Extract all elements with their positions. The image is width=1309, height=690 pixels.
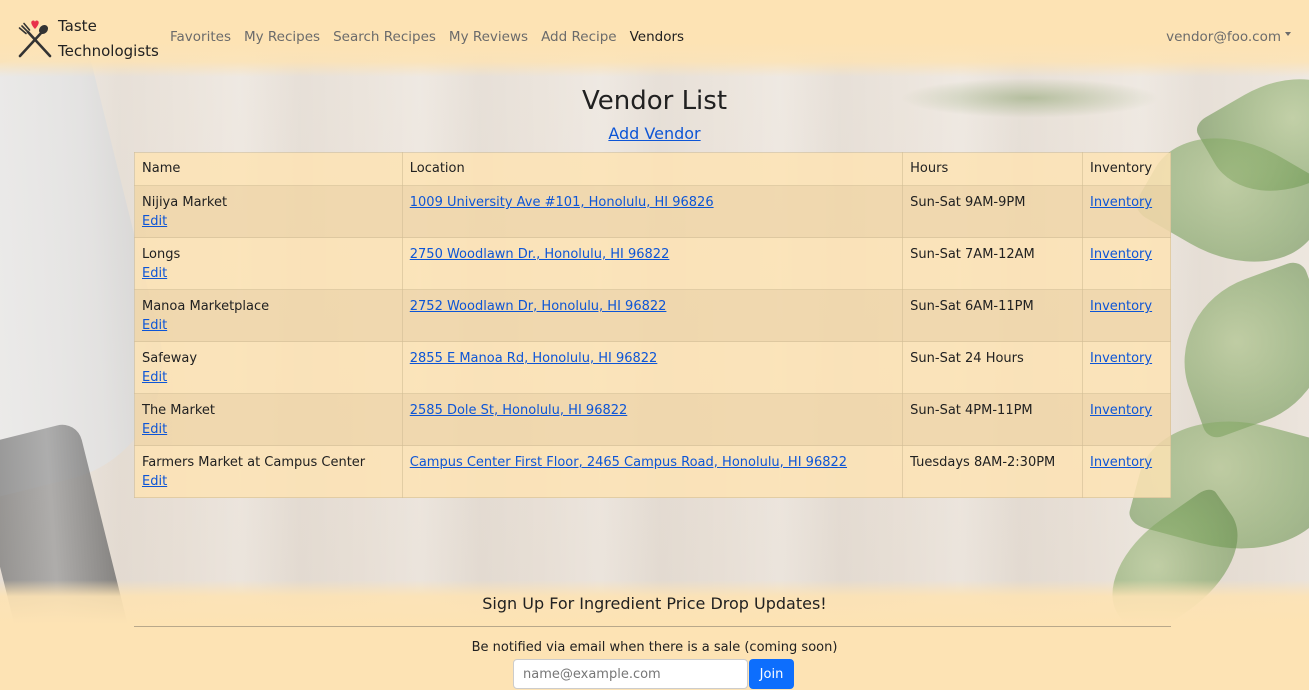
fork-spoon-heart-icon (14, 18, 56, 60)
column-header-hours: Hours (902, 152, 1083, 186)
nav-link-add-recipe[interactable]: Add Recipe (541, 29, 617, 45)
caret-down-icon (1285, 32, 1291, 36)
inventory-link[interactable]: Inventory (1090, 351, 1152, 366)
table-header-row: Name Location Hours Inventory (134, 152, 1171, 186)
table-row: Nijiya Market Edit 1009 University Ave #… (134, 185, 1171, 238)
location-cell: 1009 University Ave #101, Honolulu, HI 9… (401, 185, 904, 238)
column-header-name: Name (134, 152, 403, 186)
vendor-name: Safeway (142, 351, 198, 366)
edit-vendor-link[interactable]: Edit (142, 318, 167, 333)
inventory-link[interactable]: Inventory (1090, 403, 1152, 418)
vendor-name-cell: Nijiya Market Edit (134, 185, 403, 238)
inventory-cell: Inventory (1082, 185, 1171, 238)
user-menu-dropdown[interactable]: vendor@foo.com (1166, 29, 1291, 45)
vendor-name-cell: Safeway Edit (134, 341, 403, 394)
table-row: Manoa Marketplace Edit 2752 Woodlawn Dr,… (134, 289, 1171, 342)
brand-home-link[interactable]: Taste Technologists (14, 14, 159, 64)
nav-links: Favorites My Recipes Search Recipes My R… (170, 29, 697, 45)
vendor-name-cell: The Market Edit (134, 393, 403, 446)
vendor-name: Farmers Market at Campus Center (142, 455, 366, 470)
hours-cell: Sun-Sat 9AM-9PM (902, 185, 1083, 238)
nav-link-search-recipes[interactable]: Search Recipes (333, 29, 436, 45)
location-cell: 2750 Woodlawn Dr., Honolulu, HI 96822 (401, 237, 904, 290)
inventory-link[interactable]: Inventory (1090, 195, 1152, 210)
vendor-name: Nijiya Market (142, 195, 228, 210)
edit-vendor-link[interactable]: Edit (142, 370, 167, 385)
location-cell: Campus Center First Floor, 2465 Campus R… (401, 445, 904, 498)
nav-link-vendors[interactable]: Vendors (630, 29, 684, 45)
vendor-table: Name Location Hours Inventory Nijiya Mar… (134, 152, 1171, 498)
inventory-cell: Inventory (1082, 341, 1171, 394)
vendor-name: Manoa Marketplace (142, 299, 270, 314)
column-header-location: Location (401, 152, 904, 186)
inventory-link[interactable]: Inventory (1090, 299, 1152, 314)
nav-link-favorites[interactable]: Favorites (170, 29, 231, 45)
add-vendor-link[interactable]: Add Vendor (608, 124, 700, 143)
hours-cell: Sun-Sat 7AM-12AM (902, 237, 1083, 290)
location-cell: 2752 Woodlawn Dr, Honolulu, HI 96822 (401, 289, 904, 342)
location-cell: 2585 Dole St, Honolulu, HI 96822 (401, 393, 904, 446)
nav-link-my-reviews[interactable]: My Reviews (449, 29, 528, 45)
user-email: vendor@foo.com (1166, 29, 1281, 45)
brand-line-2: Technologists (58, 42, 159, 60)
edit-vendor-link[interactable]: Edit (142, 266, 167, 281)
vendor-name-cell: Manoa Marketplace Edit (134, 289, 403, 342)
column-header-inventory: Inventory (1082, 152, 1171, 186)
inventory-cell: Inventory (1082, 445, 1171, 498)
nav-link-my-recipes[interactable]: My Recipes (244, 29, 320, 45)
table-row: Longs Edit 2750 Woodlawn Dr., Honolulu, … (134, 237, 1171, 290)
edit-vendor-link[interactable]: Edit (142, 214, 167, 229)
hours-cell: Sun-Sat 24 Hours (902, 341, 1083, 394)
location-cell: 2855 E Manoa Rd, Honolulu, HI 96822 (401, 341, 904, 394)
newsletter-subtitle: Be notified via email when there is a sa… (471, 640, 838, 655)
inventory-cell: Inventory (1082, 237, 1171, 290)
vendor-name-cell: Farmers Market at Campus Center Edit (134, 445, 403, 498)
inventory-cell: Inventory (1082, 289, 1171, 342)
hours-cell: Tuesdays 8AM-2:30PM (902, 445, 1083, 498)
inventory-link[interactable]: Inventory (1090, 455, 1152, 470)
location-link[interactable]: 1009 University Ave #101, Honolulu, HI 9… (410, 195, 714, 210)
edit-vendor-link[interactable]: Edit (142, 474, 167, 489)
brand-name: Taste Technologists (58, 14, 159, 64)
location-link[interactable]: 2585 Dole St, Honolulu, HI 96822 (410, 403, 628, 418)
inventory-link[interactable]: Inventory (1090, 247, 1152, 262)
join-button[interactable]: Join (749, 659, 794, 689)
vendor-name: Longs (142, 247, 181, 262)
add-vendor-container: Add Vendor (0, 124, 1309, 143)
location-link[interactable]: 2750 Woodlawn Dr., Honolulu, HI 96822 (410, 247, 670, 262)
footer-divider (134, 626, 1171, 627)
hours-cell: Sun-Sat 4PM-11PM (902, 393, 1083, 446)
newsletter-title: Sign Up For Ingredient Price Drop Update… (482, 594, 827, 613)
leaf-decoration (1160, 258, 1309, 442)
location-link[interactable]: 2752 Woodlawn Dr, Honolulu, HI 96822 (410, 299, 667, 314)
inventory-cell: Inventory (1082, 393, 1171, 446)
email-field[interactable] (513, 659, 748, 689)
location-link[interactable]: 2855 E Manoa Rd, Honolulu, HI 96822 (410, 351, 658, 366)
table-row: Safeway Edit 2855 E Manoa Rd, Honolulu, … (134, 341, 1171, 394)
location-link[interactable]: Campus Center First Floor, 2465 Campus R… (410, 455, 847, 470)
table-row: The Market Edit 2585 Dole St, Honolulu, … (134, 393, 1171, 446)
hours-cell: Sun-Sat 6AM-11PM (902, 289, 1083, 342)
table-row: Farmers Market at Campus Center Edit Cam… (134, 445, 1171, 498)
vendor-name-cell: Longs Edit (134, 237, 403, 290)
navbar: Taste Technologists Favorites My Recipes… (0, 0, 1309, 77)
footer: Sign Up For Ingredient Price Drop Update… (0, 580, 1309, 690)
page-title: Vendor List (581, 86, 728, 116)
edit-vendor-link[interactable]: Edit (142, 422, 167, 437)
brand-line-1: Taste (58, 17, 97, 35)
vendor-name: The Market (142, 403, 215, 418)
